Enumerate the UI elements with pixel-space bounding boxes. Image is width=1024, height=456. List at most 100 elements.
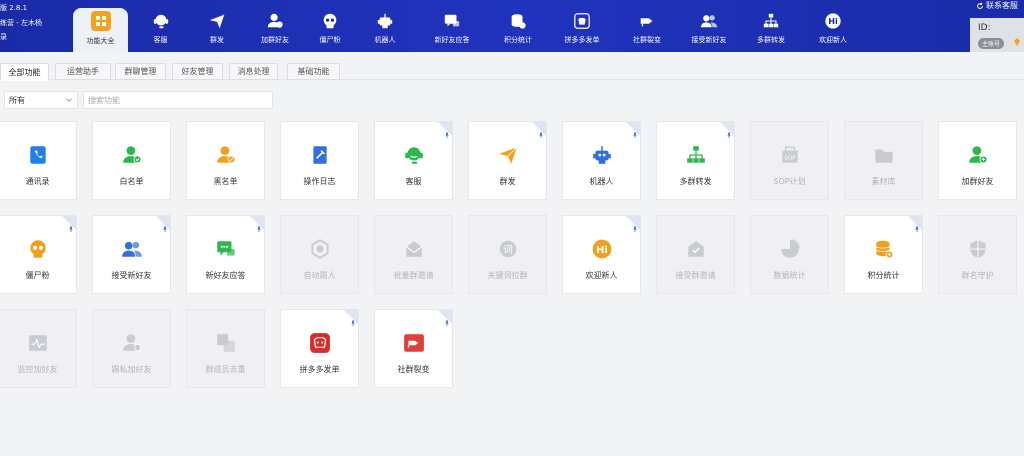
pin-icon[interactable] <box>350 311 356 326</box>
feature-card-folder[interactable]: 素材库 <box>844 121 923 200</box>
invite-icon <box>403 238 425 260</box>
nav-item-split[interactable]: 社群裂变 <box>621 8 673 52</box>
feature-card-log[interactable]: 操作日志 <box>280 121 359 200</box>
nav-item-coins[interactable]: 积分统计 <box>493 8 543 52</box>
feature-card-kick[interactable]: 自动踢人 <box>280 215 359 294</box>
feature-card-label: 拼多多发单 <box>299 365 340 374</box>
feature-card-hi[interactable]: Hi 欢迎新人 <box>562 215 641 294</box>
pin-icon[interactable] <box>538 123 544 138</box>
hi-icon: Hi <box>824 12 842 30</box>
nav-item-label: 欢迎新人 <box>819 36 847 44</box>
feature-card-invite[interactable]: 批量群邀请 <box>374 215 453 294</box>
feature-card-robot[interactable]: 机器人 <box>562 121 641 200</box>
feature-card-label: 素材库 <box>871 177 896 186</box>
nav-item-label: 多群转发 <box>757 36 785 44</box>
feature-card-dedupe[interactable]: 群成员去重 <box>186 309 265 388</box>
feature-card-pdd[interactable]: 拼多多发单 <box>280 309 359 388</box>
keyword-icon: 词 <box>497 238 519 260</box>
feature-card-chat-reply[interactable]: 新好友应答 <box>186 215 265 294</box>
feature-card-skull[interactable]: 僵尸粉 <box>0 215 77 294</box>
feature-card-sop[interactable]: SOP SOP计划 <box>750 121 829 200</box>
skull-icon <box>27 238 49 260</box>
coins-icon <box>873 238 895 260</box>
feature-card-add-user[interactable]: 加群好友 <box>938 121 1017 200</box>
nav-item-tree[interactable]: 多群转发 <box>745 8 797 52</box>
pin-icon[interactable] <box>162 217 168 232</box>
account-badge: 主账号 <box>978 38 1005 49</box>
feature-card-label: 踢私加好友 <box>111 365 152 374</box>
feature-card-label: 通讯录 <box>25 177 50 186</box>
feature-card-label: 社群裂变 <box>397 365 430 374</box>
dedupe-icon <box>215 332 237 354</box>
pin-icon[interactable] <box>632 123 638 138</box>
chevron-down-icon <box>66 98 72 102</box>
send-icon <box>497 144 519 166</box>
feature-card-tree[interactable]: 多群转发 <box>656 121 735 200</box>
nav-item-chat-reply[interactable]: 新好友应答 <box>419 8 485 52</box>
profile-id-label: ID: <box>978 23 991 33</box>
nav-item-add-user[interactable]: 加群好友 <box>249 8 301 52</box>
feature-card-shield[interactable]: 群名守护 <box>938 215 1017 294</box>
category-select[interactable]: 所有 <box>4 91 78 109</box>
pin-icon[interactable] <box>444 123 450 138</box>
pin-icon[interactable] <box>256 217 262 232</box>
nav-item-label: 机器人 <box>374 36 396 44</box>
refresh-icon <box>977 2 983 9</box>
feature-card-label: 黑名单 <box>213 177 238 186</box>
nav-item-label: 功能大全 <box>86 37 115 45</box>
nav-item-skull[interactable]: 僵尸粉 <box>309 8 351 52</box>
pin-icon[interactable] <box>68 217 74 232</box>
accept-invite-icon <box>685 238 707 260</box>
pin-icon[interactable] <box>726 123 732 138</box>
nav-item-hi[interactable]: Hi 欢迎新人 <box>805 8 861 52</box>
tab-1[interactable]: 运营助手 <box>55 63 111 80</box>
pin-icon[interactable] <box>914 217 920 232</box>
search-input[interactable] <box>83 91 273 109</box>
nav-item-users[interactable]: 接受新好友 <box>681 8 737 52</box>
tab-2[interactable]: 群聊管理 <box>115 63 166 80</box>
feature-card-coins[interactable]: 积分统计 <box>844 215 923 294</box>
tab-3[interactable]: 好友管理 <box>172 63 223 80</box>
pin-icon[interactable] <box>444 311 450 326</box>
grid-icon <box>90 11 111 31</box>
contact-service-button[interactable]: 联系客服 <box>976 0 1018 11</box>
feature-card-private-add[interactable]: 踢私加好友 <box>92 309 171 388</box>
account-mode: 录 <box>0 33 7 41</box>
nav-item-label: 积分统计 <box>504 36 532 44</box>
nav-item-send[interactable]: 群发 <box>193 8 241 52</box>
nav-item-grid[interactable]: 功能大全 <box>73 8 128 52</box>
feature-card-contacts[interactable]: 通讯录 <box>0 121 77 200</box>
headset-icon <box>403 144 425 166</box>
feature-card-send[interactable]: 群发 <box>468 121 547 200</box>
tree-icon <box>762 12 780 30</box>
skull-icon <box>321 12 339 30</box>
feature-card-label: 监控加好友 <box>17 365 58 374</box>
tab-4[interactable]: 消息处理 <box>229 63 278 80</box>
feature-card-user-block[interactable]: 黑名单 <box>186 121 265 200</box>
app-version: 版 2.8.1 <box>0 4 28 12</box>
feature-card-label: 群发 <box>499 177 516 186</box>
feature-card-headset[interactable]: 客服 <box>374 121 453 200</box>
svg-text:Hi: Hi <box>828 16 838 26</box>
feature-card-keyword[interactable]: 词关键词拉群 <box>468 215 547 294</box>
tab-5[interactable]: 基础功能 <box>287 63 340 80</box>
feature-card-monitor[interactable]: 监控加好友 <box>0 309 77 388</box>
tab-0[interactable]: 全部功能 <box>0 63 49 81</box>
nav-item-robot[interactable]: 机器人 <box>359 8 411 52</box>
diamond-icon <box>1014 38 1020 46</box>
nav-item-label: 群发 <box>210 36 224 44</box>
nav-item-headset[interactable]: 客服 <box>136 8 185 52</box>
pin-icon[interactable] <box>632 217 638 232</box>
feature-card-label: 白名单 <box>119 177 144 186</box>
feature-card-label: 欢迎新人 <box>585 271 618 280</box>
category-tabs: 全部功能 运营助手 群聊管理 好友管理 消息处理 基础功能 <box>0 60 1024 81</box>
feature-card-users[interactable]: 接受新好友 <box>92 215 171 294</box>
nav-item-pdd[interactable]: 拼多多发单 <box>551 8 613 52</box>
feature-card-accept-invite[interactable]: 接受群邀请 <box>656 215 735 294</box>
profile-panel[interactable]: ID: 主账号 <box>970 18 1024 52</box>
feature-card-user-check[interactable]: 白名单 <box>92 121 171 200</box>
headset-icon <box>152 12 170 30</box>
feature-card-pie[interactable]: 数据统计 <box>750 215 829 294</box>
feature-card-label: 数据统计 <box>773 271 806 280</box>
feature-card-split[interactable]: 社群裂变 <box>374 309 453 388</box>
